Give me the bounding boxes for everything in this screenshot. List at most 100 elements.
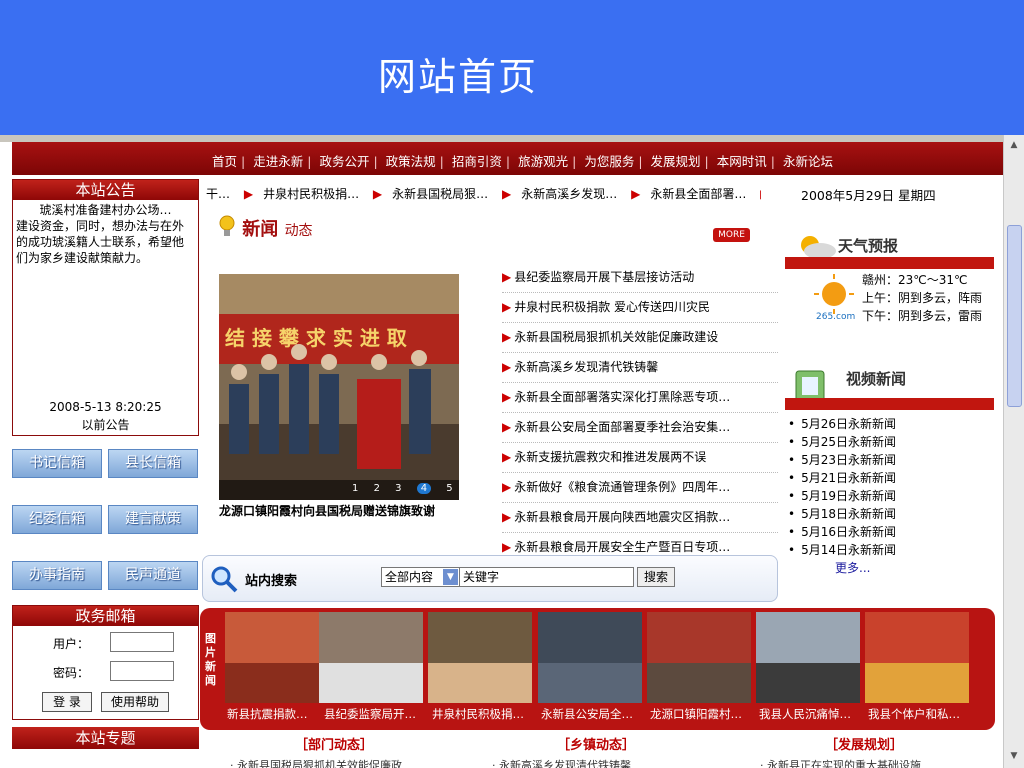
picture-caption[interactable]: 井泉村民积极捐… [432, 706, 524, 722]
picture-caption[interactable]: 县纪委监察局开… [324, 706, 416, 722]
picture-thumb[interactable] [319, 612, 423, 703]
nav-services[interactable]: 为您服务 [584, 154, 634, 169]
list-item[interactable]: 5月14日永新新闻 [788, 541, 896, 559]
nav-planning[interactable]: 发展规划 [651, 154, 701, 169]
news-title[interactable]: 井泉村民积极捐款 爱心传送四川灾民 [514, 300, 710, 314]
picture-thumb[interactable] [538, 612, 642, 703]
list-item[interactable]: 5月25日永新新闻 [788, 433, 896, 451]
list-item[interactable]: ▶ 永新县粮食局开展向陕西地震灾区捐款… [502, 503, 778, 533]
list-item[interactable]: ▶ 井泉村民积极捐款 爱心传送四川灾民 [502, 293, 778, 323]
nav-forum[interactable]: 永新论坛 [783, 154, 833, 169]
scroll-up-icon[interactable]: ▲ [1008, 139, 1020, 151]
list-item[interactable]: · 永新高溪乡发现清代铁铸馨 [492, 757, 631, 768]
news-title[interactable]: 永新支援抗震救灾和推进发展两不误 [514, 450, 706, 464]
ticker-item[interactable]: 永新县全面部署… [650, 187, 746, 201]
county-head-mailbox-button[interactable]: 县长信箱 [108, 449, 198, 478]
login-button[interactable]: 登 录 [42, 692, 92, 712]
news-panel: 新闻 动态 MORE 结 接 攀 求 实 进 取 1 2 3 4 5 龙源口镇阳… [200, 207, 778, 563]
list-item[interactable]: 5月19日永新新闻 [788, 487, 896, 505]
password-input[interactable] [110, 661, 174, 681]
list-item[interactable]: ▶ 永新县全面部署落实深化打黑除恶专项… [502, 383, 778, 413]
nav-about[interactable]: 走进永新 [253, 154, 303, 169]
help-button[interactable]: 使用帮助 [101, 692, 169, 712]
special-topics-title[interactable]: 本站专题 [12, 727, 199, 749]
weather-site-label[interactable]: 265.com [816, 312, 855, 322]
tab-township-news[interactable]: ［乡镇动态］ [557, 734, 635, 753]
photo-caption[interactable]: 龙源口镇阳霞村向县国税局赠送锦旗致谢 [219, 502, 479, 519]
ticker-item[interactable]: 井泉村民积极捐… [263, 187, 359, 201]
nav-policy[interactable]: 政策法规 [386, 154, 436, 169]
ticker-item[interactable]: 干… [206, 187, 230, 201]
list-item[interactable]: ▶ 县纪委监察局开展下基层接访活动 [502, 263, 778, 293]
list-item[interactable]: ▶ 永新做好《粮食流通管理条例》四周年… [502, 473, 778, 503]
picture-thumb[interactable] [756, 612, 860, 703]
weather-info: 赣州：23℃～31℃ 上午：阴到多云，阵雨 下午：阴到多云，雷雨 [862, 271, 982, 325]
list-item[interactable]: 5月18日永新新闻 [788, 505, 896, 523]
search-input[interactable]: 关键字 [459, 567, 634, 587]
scroll-thumb[interactable] [1007, 225, 1022, 407]
picture-thumb[interactable] [647, 612, 751, 703]
sun-icon [814, 274, 854, 314]
list-item[interactable]: 5月23日永新新闻 [788, 451, 896, 469]
page-4[interactable]: 4 [416, 483, 432, 494]
nav-home[interactable]: 首页 [212, 154, 237, 169]
news-title[interactable]: 县纪委监察局开展下基层接访活动 [514, 270, 694, 284]
page-3[interactable]: 3 [395, 483, 401, 494]
tab-department-news[interactable]: ［部门动态］ [295, 734, 373, 753]
secretary-mailbox-button[interactable]: 书记信箱 [12, 449, 102, 478]
list-item[interactable]: · 永新县正在实现的重大基础设施 [760, 757, 921, 768]
list-item[interactable]: · 永新县国税局狠抓机关效能促廉政 [230, 757, 402, 768]
picture-thumb[interactable] [225, 612, 329, 703]
picture-caption[interactable]: 我县人民沉痛悼… [759, 706, 851, 722]
page-5[interactable]: 5 [446, 483, 452, 494]
arrow-icon: ▶ [502, 420, 512, 434]
video-more-link[interactable]: 更多... [835, 559, 870, 576]
page-2[interactable]: 2 [374, 483, 380, 494]
picture-caption[interactable]: 新县抗震捐款… [227, 706, 308, 722]
suggestion-button[interactable]: 建言献策 [108, 505, 198, 534]
news-more-button[interactable]: MORE [713, 228, 750, 242]
picture-thumb[interactable] [865, 612, 969, 703]
news-title[interactable]: 永新县国税局狠抓机关效能促廉政建设 [514, 330, 718, 344]
vertical-scrollbar[interactable]: ▲ ▼ [1003, 135, 1024, 768]
weather-morning: 上午：阴到多云，阵雨 [862, 291, 983, 305]
news-title[interactable]: 永新县全面部署落实深化打黑除恶专项… [514, 390, 730, 404]
ticker-item[interactable]: 永新高溪乡发现… [521, 187, 617, 201]
list-item[interactable]: 5月26日永新新闻 [788, 415, 896, 433]
picture-caption[interactable]: 永新县公安局全… [541, 706, 633, 722]
tab-development-plan[interactable]: ［发展规划］ [825, 734, 903, 753]
public-voice-button[interactable]: 民声通道 [108, 561, 198, 590]
notice-heading[interactable]: 琥溪村准备建村办公场… [16, 202, 195, 218]
search-icon [211, 566, 238, 593]
search-scope-select[interactable]: 全部内容 ▼ [381, 567, 460, 587]
list-item[interactable]: ▶ 永新县公安局全面部署夏季社会治安集… [502, 413, 778, 443]
username-input[interactable] [110, 632, 174, 652]
picture-caption[interactable]: 我县个体户和私… [868, 706, 960, 722]
ticker-item[interactable]: 永新县国税局狠… [392, 187, 488, 201]
list-item[interactable]: ▶ 永新县国税局狠抓机关效能促廉政建设 [502, 323, 778, 353]
discipline-mailbox-button[interactable]: 纪委信箱 [12, 505, 102, 534]
news-title[interactable]: 永新县粮食局开展安全生产暨百日专项… [514, 540, 730, 554]
weather-divider [785, 257, 994, 269]
picture-caption[interactable]: 龙源口镇阳霞村… [650, 706, 742, 722]
page-1[interactable]: 1 [352, 483, 358, 494]
list-item[interactable]: ▶ 永新支援抗震救灾和推进发展两不误 [502, 443, 778, 473]
news-title[interactable]: 永新县粮食局开展向陕西地震灾区捐款… [514, 510, 730, 524]
news-title[interactable]: 永新县公安局全面部署夏季社会治安集… [514, 420, 730, 434]
scroll-down-icon[interactable]: ▼ [1008, 750, 1020, 762]
news-photo[interactable]: 结 接 攀 求 实 进 取 1 2 3 4 5 [219, 274, 459, 500]
list-item[interactable]: ▶ 永新高溪乡发现清代铁铸馨 [502, 353, 778, 383]
nav-gov-affairs[interactable]: 政务公开 [319, 154, 369, 169]
picture-thumb[interactable] [428, 612, 532, 703]
search-button[interactable]: 搜索 [637, 567, 675, 587]
nav-tourism[interactable]: 旅游观光 [518, 154, 568, 169]
list-item[interactable]: 5月16日永新新闻 [788, 523, 896, 541]
news-title[interactable]: 永新做好《粮食流通管理条例》四周年… [514, 480, 730, 494]
guide-button[interactable]: 办事指南 [12, 561, 102, 590]
list-item[interactable]: 5月21日永新新闻 [788, 469, 896, 487]
nav-site-news[interactable]: 本网时讯 [717, 154, 767, 169]
search-label: 站内搜索 [245, 574, 298, 589]
news-title[interactable]: 永新高溪乡发现清代铁铸馨 [514, 360, 658, 374]
previous-notices-link[interactable]: 以前公告 [13, 416, 198, 433]
nav-investment[interactable]: 招商引资 [452, 154, 502, 169]
